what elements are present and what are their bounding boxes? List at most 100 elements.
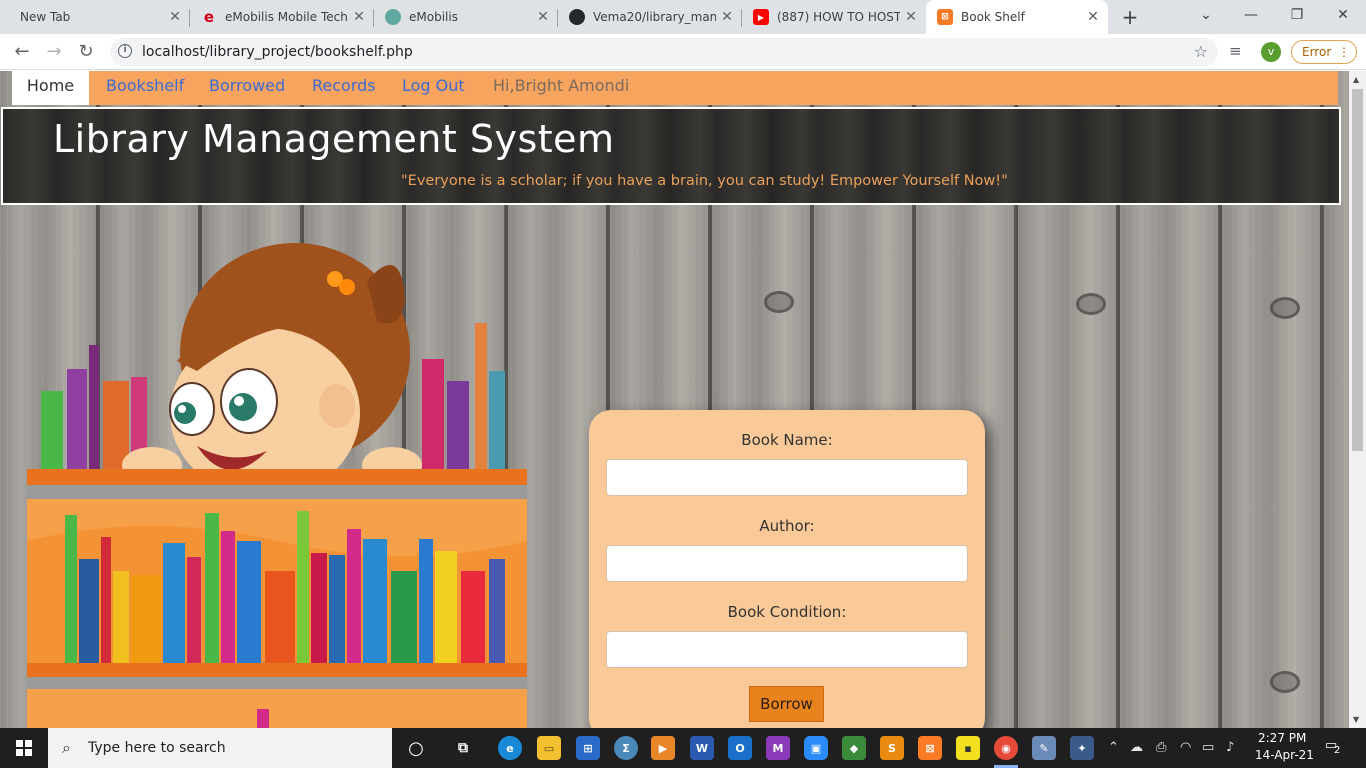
nav-borrowed[interactable]: Borrowed	[209, 71, 285, 105]
tab-book-shelf[interactable]: ⊠ Book Shelf ✕	[926, 0, 1108, 34]
restore-button[interactable]: ❐	[1274, 0, 1320, 32]
store-icon[interactable]: ⊞	[576, 736, 600, 760]
borrow-button[interactable]: Borrow	[749, 686, 824, 722]
header-banner: Library Management System "Everyone is a…	[1, 107, 1341, 205]
tab-title: Book Shelf	[961, 10, 1025, 24]
error-chip-label: Error	[1302, 45, 1332, 59]
battery-icon[interactable]: ▭	[1202, 740, 1214, 755]
sticky-notes-icon[interactable]: ▪	[956, 736, 980, 760]
edge-icon[interactable]: e	[498, 736, 522, 760]
tab-new-tab[interactable]: New Tab ✕	[8, 0, 190, 34]
emobilis-globe-icon	[385, 9, 401, 25]
nav-bookshelf[interactable]: Bookshelf	[106, 71, 184, 105]
pinned-app-icon[interactable]: ✦	[1070, 736, 1094, 760]
clock-time[interactable]: 2:27 PM	[1258, 731, 1306, 745]
youtube-icon: ▶	[753, 9, 769, 25]
scroll-up-icon[interactable]: ▲	[1353, 75, 1359, 84]
back-arrow-icon[interactable]: ←	[8, 38, 36, 66]
tab-github[interactable]: Vema20/library_mana ✕	[558, 0, 742, 34]
girl-bookshelf-illustration	[27, 243, 527, 728]
book-name-input[interactable]	[606, 459, 968, 496]
page-tagline: "Everyone is a scholar; if you have a br…	[401, 173, 1008, 189]
media-control-icon[interactable]: ≡	[1229, 42, 1242, 60]
forward-arrow-icon[interactable]: →	[40, 38, 68, 66]
wood-knot	[764, 291, 794, 313]
browser-toolbar: ← → ↻ i localhost/library_project/booksh…	[0, 34, 1366, 70]
error-chip[interactable]: Error ⋮	[1291, 40, 1357, 64]
tab-youtube[interactable]: ▶ (887) HOW TO HOST A ✕	[742, 0, 926, 34]
calculator-icon[interactable]: Σ	[614, 736, 638, 760]
bookmark-star-icon[interactable]: ☆	[1194, 38, 1208, 66]
app-m-icon[interactable]: M	[766, 736, 790, 760]
task-view-icon[interactable]: ⧉	[451, 736, 475, 760]
close-tab-icon[interactable]: ✕	[716, 9, 738, 25]
chrome-icon[interactable]: ◉	[994, 736, 1018, 760]
paint-icon[interactable]: ✎	[1032, 736, 1056, 760]
wood-knot	[1270, 671, 1300, 693]
borrow-form-card: Book Name: Author: Book Condition: Borro…	[589, 410, 985, 728]
scrollbar-thumb[interactable]	[1352, 89, 1363, 451]
tab-title: New Tab	[20, 10, 71, 24]
emobilis-e-icon: e	[203, 8, 215, 26]
word-icon[interactable]: W	[690, 736, 714, 760]
wood-knot	[1076, 293, 1106, 315]
new-tab-button[interactable]: +	[1118, 5, 1142, 29]
book-condition-input[interactable]	[606, 631, 968, 668]
close-tab-icon[interactable]: ✕	[532, 9, 554, 25]
file-explorer-icon[interactable]: ▭	[537, 736, 561, 760]
browser-tab-strip: New Tab ✕ e eMobilis Mobile Techn ✕ eMob…	[0, 0, 1366, 34]
wifi-icon[interactable]: ◠	[1180, 740, 1191, 755]
close-tab-icon[interactable]: ✕	[1082, 9, 1104, 25]
address-url[interactable]: localhost/library_project/bookshelf.php	[142, 38, 413, 66]
onedrive-icon[interactable]: ☁	[1130, 740, 1143, 755]
wood-knot	[1270, 297, 1300, 319]
tab-title: Vema20/library_mana	[593, 10, 716, 24]
media-player-icon[interactable]: ▶	[651, 736, 675, 760]
close-tab-icon[interactable]: ✕	[164, 9, 186, 25]
zoom-icon[interactable]: ▣	[804, 736, 828, 760]
tray-device-icon[interactable]: ⎙	[1156, 740, 1166, 755]
address-bar[interactable]: i localhost/library_project/bookshelf.ph…	[110, 38, 1218, 66]
nav-records[interactable]: Records	[312, 71, 376, 105]
author-input[interactable]	[606, 545, 968, 582]
search-icon: ⌕	[62, 738, 71, 757]
profile-avatar[interactable]: v	[1261, 42, 1281, 62]
taskbar-search-box[interactable]: ⌕ Type here to search	[48, 728, 392, 768]
tab-emobilis-mobile[interactable]: e eMobilis Mobile Techn ✕	[190, 0, 374, 34]
site-info-icon[interactable]: i	[118, 44, 132, 58]
close-window-button[interactable]: ✕	[1320, 0, 1366, 32]
windows-start-button[interactable]	[0, 728, 48, 768]
minimize-button[interactable]: —	[1228, 0, 1274, 32]
tab-title: eMobilis Mobile Techn	[225, 10, 348, 24]
nav-logout[interactable]: Log Out	[402, 71, 465, 105]
outlook-icon[interactable]: O	[728, 736, 752, 760]
tab-title: eMobilis	[409, 10, 458, 24]
cortana-icon[interactable]: ○	[404, 736, 428, 760]
reload-icon[interactable]: ↻	[72, 38, 100, 66]
user-greeting: Hi,Bright Amondi	[493, 76, 630, 95]
close-tab-icon[interactable]: ✕	[348, 9, 370, 25]
taskbar-search-placeholder: Type here to search	[88, 740, 226, 756]
page-scrollbar[interactable]: ▲ ▼	[1349, 71, 1366, 728]
book-name-label: Book Name:	[741, 431, 833, 449]
tab-search-icon[interactable]: ⌄	[1186, 0, 1226, 32]
more-menu-icon: ⋮	[1338, 45, 1350, 59]
sublime-text-icon[interactable]: S	[880, 736, 904, 760]
tray-expand-icon[interactable]: ⌃	[1108, 740, 1119, 755]
notification-center-icon[interactable]: ▭ 2	[1325, 738, 1345, 758]
page-title: Library Management System	[53, 117, 615, 161]
xampp-icon: ⊠	[937, 9, 953, 25]
git-icon[interactable]: ◆	[842, 736, 866, 760]
book-condition-label: Book Condition:	[727, 603, 847, 621]
notification-count: 2	[1334, 745, 1341, 756]
volume-icon[interactable]: ♪	[1226, 740, 1234, 755]
scroll-down-icon[interactable]: ▼	[1353, 715, 1359, 724]
author-label: Author:	[759, 517, 815, 535]
close-tab-icon[interactable]: ✕	[900, 9, 922, 25]
nav-home[interactable]: Home	[12, 71, 89, 105]
github-icon	[569, 9, 585, 25]
tab-emobilis[interactable]: eMobilis ✕	[374, 0, 558, 34]
clock-date[interactable]: 14-Apr-21	[1255, 748, 1314, 762]
xampp-icon[interactable]: ⊠	[918, 736, 942, 760]
windows-logo-icon	[16, 740, 32, 756]
